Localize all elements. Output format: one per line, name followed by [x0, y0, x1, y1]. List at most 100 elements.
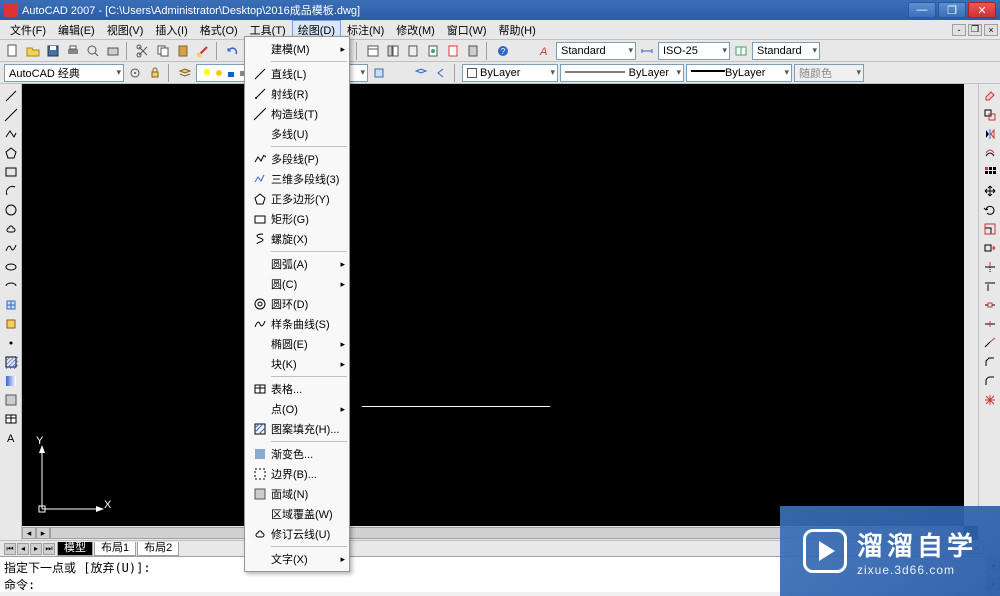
scale-icon[interactable] [982, 221, 998, 237]
menu-item[interactable]: 点(O) [245, 399, 349, 419]
tab-next-button[interactable]: ▸ [30, 543, 42, 555]
copy-icon[interactable] [154, 42, 172, 60]
hatch-icon[interactable] [3, 354, 19, 370]
menu-item[interactable]: 圆环(D) [245, 294, 349, 314]
mirror-icon[interactable] [982, 126, 998, 142]
menu-item[interactable]: 区域覆盖(W) [245, 504, 349, 524]
menu-item[interactable]: 多段线(P) [245, 149, 349, 169]
line-icon[interactable] [3, 88, 19, 104]
menu-item[interactable]: 表格... [245, 379, 349, 399]
tab-first-button[interactable]: ⏮ [4, 543, 16, 555]
new-icon[interactable] [4, 42, 22, 60]
matchprop-icon[interactable] [194, 42, 212, 60]
menu-view[interactable]: 视图(V) [101, 20, 150, 40]
menu-item[interactable]: 圆弧(A) [245, 254, 349, 274]
toolpalette-icon[interactable] [404, 42, 422, 60]
textstyle-icon[interactable]: A [536, 42, 554, 60]
stretch-icon[interactable] [982, 240, 998, 256]
circle-icon[interactable] [3, 202, 19, 218]
ellipsearc-icon[interactable] [3, 278, 19, 294]
block-icon[interactable] [3, 316, 19, 332]
breakpoint-icon[interactable] [982, 316, 998, 332]
workspace-settings-icon[interactable] [126, 64, 144, 82]
fillet-icon[interactable] [982, 373, 998, 389]
menu-item[interactable]: 矩形(G) [245, 209, 349, 229]
join-icon[interactable] [982, 335, 998, 351]
help-icon[interactable]: ? [494, 42, 512, 60]
menu-item[interactable]: 三维多段线(3) [245, 169, 349, 189]
xline-icon[interactable] [3, 107, 19, 123]
polygon-icon[interactable] [3, 145, 19, 161]
offset-icon[interactable] [982, 145, 998, 161]
menu-item[interactable]: 构造线(T) [245, 104, 349, 124]
sheetset-icon[interactable] [424, 42, 442, 60]
erase-icon[interactable] [982, 88, 998, 104]
menu-item[interactable]: 建模(M) [245, 39, 349, 59]
drawing-canvas[interactable]: Y X ◂▸ [22, 84, 978, 540]
menu-item[interactable]: 样条曲线(S) [245, 314, 349, 334]
layerstate-icon[interactable] [370, 64, 388, 82]
menu-item[interactable]: 正多边形(Y) [245, 189, 349, 209]
mdi-close-button[interactable]: × [984, 24, 998, 36]
v-scrollbar[interactable] [964, 84, 978, 526]
textstyle-combo[interactable]: Standard [556, 42, 636, 60]
open-icon[interactable] [24, 42, 42, 60]
paste-icon[interactable] [174, 42, 192, 60]
mdi-restore-button[interactable]: ❐ [968, 24, 982, 36]
menu-item[interactable]: 文字(X) [245, 549, 349, 569]
mdi-minimize-button[interactable]: - [952, 24, 966, 36]
menu-item[interactable]: 渐变色... [245, 444, 349, 464]
properties-icon[interactable] [364, 42, 382, 60]
trim-icon[interactable] [982, 259, 998, 275]
workspace-lock-icon[interactable] [146, 64, 164, 82]
menu-modify[interactable]: 修改(M) [390, 20, 441, 40]
minimize-button[interactable]: — [908, 2, 936, 18]
markup-icon[interactable] [444, 42, 462, 60]
plotstyle-combo[interactable]: 随颜色 [794, 64, 864, 82]
pline-icon[interactable] [3, 126, 19, 142]
cut-icon[interactable] [134, 42, 152, 60]
extend-icon[interactable] [982, 278, 998, 294]
rotate-icon[interactable] [982, 202, 998, 218]
chamfer-icon[interactable] [982, 354, 998, 370]
save-icon[interactable] [44, 42, 62, 60]
layerprev-icon[interactable] [432, 64, 450, 82]
menu-item[interactable]: 面域(N) [245, 484, 349, 504]
array-icon[interactable] [982, 164, 998, 180]
move-icon[interactable] [982, 183, 998, 199]
layeriso-icon[interactable] [412, 64, 430, 82]
menu-item[interactable]: 图案填充(H)... [245, 419, 349, 439]
menu-file[interactable]: 文件(F) [4, 20, 52, 40]
tab-layout2[interactable]: 布局2 [137, 542, 179, 556]
menu-item[interactable]: 椭圆(E) [245, 334, 349, 354]
menu-item[interactable]: 射线(R) [245, 84, 349, 104]
dimstyle-icon[interactable] [638, 42, 656, 60]
calc-icon[interactable] [464, 42, 482, 60]
menu-item[interactable]: 块(K) [245, 354, 349, 374]
spline-icon[interactable] [3, 240, 19, 256]
arc-icon[interactable] [3, 183, 19, 199]
designcenter-icon[interactable] [384, 42, 402, 60]
preview-icon[interactable] [84, 42, 102, 60]
lineweight-combo[interactable]: ByLayer [686, 64, 792, 82]
linetype-combo[interactable]: ByLayer [560, 64, 684, 82]
menu-item[interactable]: 边界(B)... [245, 464, 349, 484]
tab-layout1[interactable]: 布局1 [94, 542, 136, 556]
dimstyle-combo[interactable]: ISO-25 [658, 42, 730, 60]
menu-insert[interactable]: 插入(I) [149, 20, 193, 40]
close-button[interactable]: ✕ [968, 2, 996, 18]
point-icon[interactable] [3, 335, 19, 351]
tab-prev-button[interactable]: ◂ [17, 543, 29, 555]
maximize-button[interactable]: ❐ [938, 2, 966, 18]
menu-item[interactable]: 圆(C) [245, 274, 349, 294]
insert-icon[interactable] [3, 297, 19, 313]
menu-item[interactable]: 修订云线(U) [245, 524, 349, 544]
print-icon[interactable] [64, 42, 82, 60]
mtext-icon[interactable]: A [3, 430, 19, 446]
ellipse-icon[interactable] [3, 259, 19, 275]
explode-icon[interactable] [982, 392, 998, 408]
publish-icon[interactable] [104, 42, 122, 60]
color-combo[interactable]: ByLayer [462, 64, 558, 82]
menu-edit[interactable]: 编辑(E) [52, 20, 101, 40]
gradient-icon[interactable] [3, 373, 19, 389]
